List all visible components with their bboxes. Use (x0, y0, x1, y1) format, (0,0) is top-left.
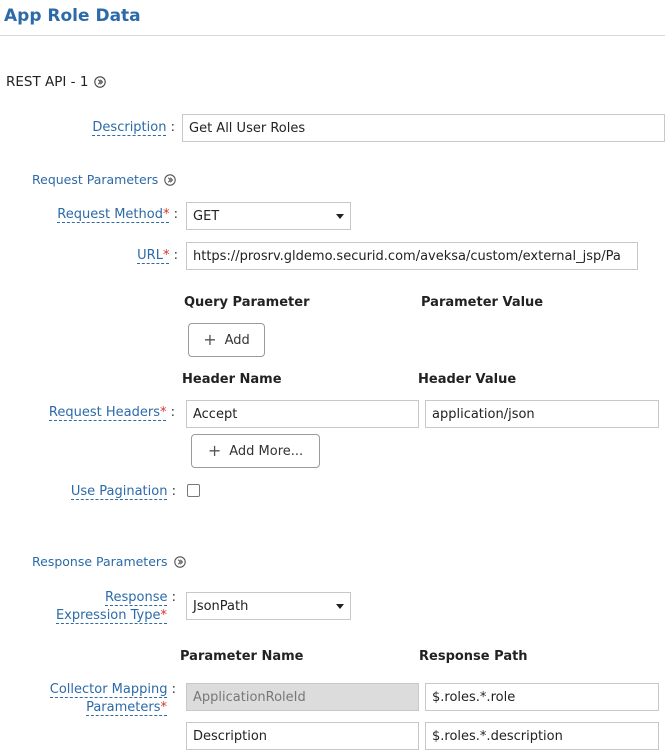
mapping-response-path-input[interactable]: $.roles.*.role (425, 683, 659, 711)
response-parameters-header[interactable]: Response Parameters (32, 554, 186, 569)
section-title: REST API - 1 (6, 74, 89, 90)
request-parameters-header[interactable]: Request Parameters (32, 172, 177, 187)
chevron-down-icon (336, 603, 344, 609)
add-more-headers-button[interactable]: + Add More... (191, 434, 320, 468)
request-method-label: Request Method* : (57, 207, 178, 223)
url-label: URL* : (137, 248, 178, 264)
response-expression-type-label: Response : Expression Type* (55, 590, 176, 624)
use-pagination-label: Use Pagination : (70, 484, 176, 500)
page-title: App Role Data (4, 6, 141, 26)
chevron-right-circle-icon[interactable] (164, 173, 177, 186)
parameter-value-column-header: Parameter Value (421, 295, 544, 310)
parameter-name-column-header: Parameter Name (180, 649, 304, 664)
description-label: Description : (92, 120, 175, 136)
chevron-right-circle-icon[interactable] (173, 555, 186, 568)
add-more-button-label: Add More... (229, 443, 304, 459)
plus-icon: + (207, 441, 222, 460)
response-expression-type-value: JsonPath (193, 598, 249, 614)
url-input[interactable]: https://prosrv.gldemo.securid.com/aveksa… (186, 242, 638, 270)
request-headers-label: Request Headers* : (48, 405, 175, 421)
use-pagination-checkbox[interactable] (187, 484, 200, 497)
header-value-input[interactable]: application/json (425, 400, 659, 428)
title-divider (0, 35, 665, 36)
header-name-input[interactable]: Accept (186, 400, 419, 428)
add-button-label: Add (224, 332, 250, 348)
request-parameters-title: Request Parameters (32, 172, 159, 187)
plus-icon: + (203, 330, 217, 349)
mapping-response-path-input[interactable]: $.roles.*.description (425, 722, 659, 750)
chevron-right-circle-icon[interactable] (94, 76, 107, 88)
mapping-parameter-name-input[interactable]: Description (186, 722, 419, 750)
response-path-column-header: Response Path (419, 649, 528, 664)
rest-api-section-header[interactable]: REST API - 1 (6, 74, 107, 90)
response-parameters-title: Response Parameters (32, 554, 168, 569)
request-method-select[interactable]: GET (186, 202, 351, 230)
header-value-column-header: Header Value (418, 372, 517, 387)
query-parameter-column-header: Query Parameter (184, 295, 310, 310)
add-query-parameter-button[interactable]: + Add (188, 323, 265, 357)
mapping-parameter-name-input: ApplicationRoleId (186, 683, 419, 711)
chevron-down-icon (336, 213, 344, 219)
response-expression-type-select[interactable]: JsonPath (186, 592, 351, 620)
description-input[interactable]: Get All User Roles (182, 114, 665, 142)
request-method-value: GET (193, 208, 220, 224)
collector-mapping-parameters-label: Collector Mapping : Parameters* (49, 682, 176, 716)
header-name-column-header: Header Name (182, 372, 282, 387)
